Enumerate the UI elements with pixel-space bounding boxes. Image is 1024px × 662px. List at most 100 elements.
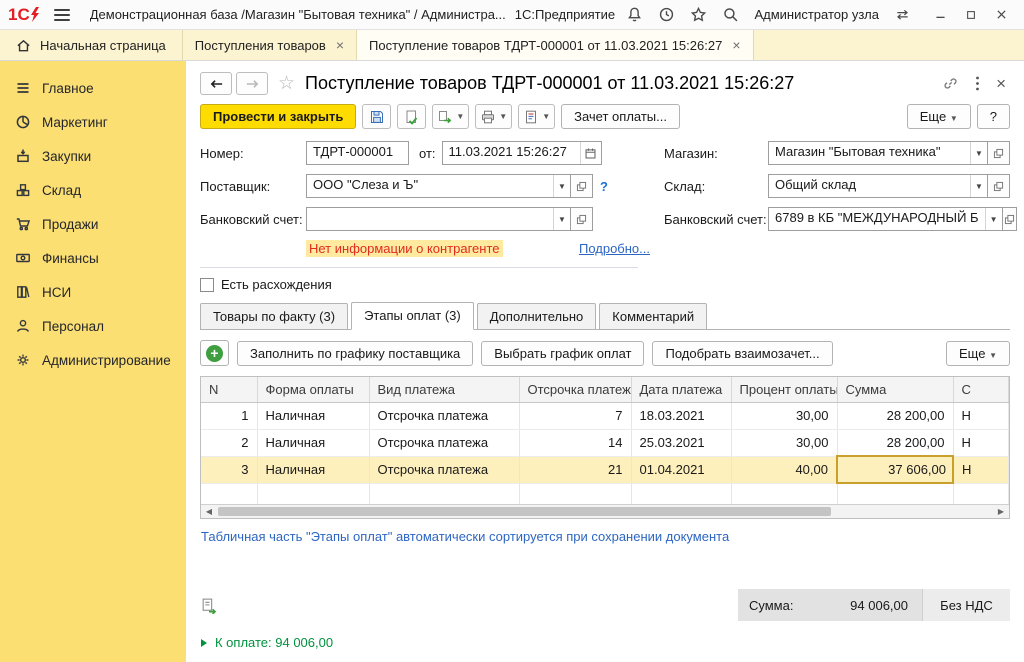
cell-n[interactable]: 1 bbox=[201, 402, 257, 429]
cell-cut[interactable]: Н bbox=[953, 402, 1009, 429]
col-header-payment-form[interactable]: Форма оплаты bbox=[257, 377, 369, 402]
close-window-button[interactable] bbox=[995, 8, 1008, 21]
shop-input[interactable]: Магазин "Бытовая техника" ▼ bbox=[768, 141, 988, 165]
col-header-cut[interactable]: С bbox=[953, 377, 1009, 402]
more-button[interactable]: Еще ▼ bbox=[907, 104, 971, 129]
cell-delay[interactable]: 7 bbox=[519, 402, 631, 429]
cell-percent[interactable]: 30,00 bbox=[731, 429, 837, 456]
scroll-left-arrow[interactable]: ◀ bbox=[201, 505, 217, 519]
dropdown-caret-icon[interactable]: ▼ bbox=[970, 142, 987, 164]
cell-payment-form[interactable]: Наличная bbox=[257, 429, 369, 456]
cell-cut[interactable]: Н bbox=[953, 429, 1009, 456]
table-row-selected[interactable]: 3 Наличная Отсрочка платежа 21 01.04.202… bbox=[201, 456, 1009, 483]
window-tab-document[interactable]: Поступление товаров ТДРТ-000001 от 11.03… bbox=[356, 30, 754, 60]
close-tab-icon[interactable]: × bbox=[336, 38, 344, 52]
cell-n[interactable]: 2 bbox=[201, 429, 257, 456]
tab-comment[interactable]: Комментарий bbox=[599, 303, 707, 330]
table-row[interactable]: 2 Наличная Отсрочка платежа 14 25.03.202… bbox=[201, 429, 1009, 456]
help-button[interactable]: ? bbox=[977, 104, 1010, 129]
col-header-percent[interactable]: Процент оплаты bbox=[731, 377, 837, 402]
col-header-delay[interactable]: Отсрочка платежа bbox=[519, 377, 631, 402]
select-schedule-button[interactable]: Выбрать график оплат bbox=[481, 341, 644, 366]
cell-payment-kind[interactable]: Отсрочка платежа bbox=[369, 429, 519, 456]
cell-n[interactable]: 3 bbox=[201, 456, 257, 483]
cell-delay[interactable]: 14 bbox=[519, 429, 631, 456]
warehouse-input[interactable]: Общий склад ▼ bbox=[768, 174, 988, 198]
date-input[interactable]: 11.03.2021 15:26:27 bbox=[442, 141, 602, 165]
cell-percent[interactable]: 40,00 bbox=[731, 456, 837, 483]
open-bank-account2-icon[interactable] bbox=[1003, 207, 1017, 231]
details-link[interactable]: Подробно... bbox=[579, 241, 650, 256]
open-bank-account-icon[interactable] bbox=[571, 207, 593, 231]
horizontal-scrollbar[interactable]: ◀ ▶ bbox=[201, 504, 1009, 518]
supplier-input[interactable]: ООО "Слеза и Ъ" ▼ bbox=[306, 174, 571, 198]
scrollbar-thumb[interactable] bbox=[218, 507, 831, 516]
sidebar-item-administration[interactable]: Администрирование bbox=[0, 343, 186, 377]
table-more-button[interactable]: Еще ▼ bbox=[946, 341, 1010, 366]
cell-date[interactable]: 25.03.2021 bbox=[631, 429, 731, 456]
open-warehouse-icon[interactable] bbox=[988, 174, 1010, 198]
cell-delay[interactable]: 21 bbox=[519, 456, 631, 483]
fill-by-schedule-button[interactable]: Заполнить по графику поставщика bbox=[237, 341, 473, 366]
number-input[interactable]: ТДРТ-000001 bbox=[306, 141, 409, 165]
sidebar-item-finance[interactable]: Финансы bbox=[0, 241, 186, 275]
sidebar-item-purchases[interactable]: Закупки bbox=[0, 139, 186, 173]
sidebar-item-main[interactable]: Главное bbox=[0, 71, 186, 105]
discrepancy-checkbox[interactable] bbox=[200, 278, 214, 292]
bank-account2-input[interactable]: 6789 в КБ "МЕЖДУНАРОДНЫЙ Б ▼ bbox=[768, 207, 1003, 231]
cell-cut[interactable]: Н bbox=[953, 456, 1009, 483]
tab-additional[interactable]: Дополнительно bbox=[477, 303, 597, 330]
maximize-button[interactable] bbox=[965, 9, 977, 21]
notifications-bell-icon[interactable] bbox=[626, 6, 643, 23]
related-documents-icon[interactable] bbox=[200, 597, 218, 614]
save-button[interactable] bbox=[362, 104, 391, 129]
reports-button[interactable]: ▼ bbox=[518, 104, 555, 129]
dropdown-caret-icon[interactable]: ▼ bbox=[985, 208, 1002, 230]
cell-date[interactable]: 01.04.2021 bbox=[631, 456, 731, 483]
minimize-button[interactable] bbox=[934, 8, 947, 21]
post-and-close-button[interactable]: Провести и закрыть bbox=[200, 104, 356, 129]
table-row[interactable]: 1 Наличная Отсрочка платежа 7 18.03.2021… bbox=[201, 402, 1009, 429]
offset-payment-button[interactable]: Зачет оплаты... bbox=[561, 104, 680, 129]
add-favorite-star-icon[interactable]: ☆ bbox=[278, 74, 295, 93]
select-offset-button[interactable]: Подобрать взаимозачет... bbox=[652, 341, 832, 366]
cell-date[interactable]: 18.03.2021 bbox=[631, 402, 731, 429]
col-header-payment-kind[interactable]: Вид платежа bbox=[369, 377, 519, 402]
supplier-help-link[interactable]: ? bbox=[600, 179, 608, 194]
get-link-icon[interactable] bbox=[942, 75, 959, 92]
search-icon[interactable] bbox=[722, 6, 739, 23]
scroll-right-arrow[interactable]: ▶ bbox=[993, 505, 1009, 519]
col-header-date[interactable]: Дата платежа bbox=[631, 377, 731, 402]
post-document-button[interactable] bbox=[397, 104, 426, 129]
payment-summary-expander[interactable]: К оплате: 94 006,00 bbox=[186, 625, 1024, 662]
favorites-star-icon[interactable] bbox=[690, 6, 707, 23]
add-row-button[interactable]: + bbox=[200, 340, 229, 366]
close-document-icon[interactable]: × bbox=[996, 75, 1006, 92]
dropdown-caret-icon[interactable]: ▼ bbox=[970, 175, 987, 197]
main-menu-icon[interactable] bbox=[53, 9, 71, 21]
sidebar-item-warehouse[interactable]: Склад bbox=[0, 173, 186, 207]
back-button[interactable] bbox=[200, 72, 232, 95]
sidebar-item-marketing[interactable]: Маркетинг bbox=[0, 105, 186, 139]
tab-payment-stages[interactable]: Этапы оплат (3) bbox=[351, 302, 474, 330]
calendar-icon[interactable] bbox=[580, 142, 601, 164]
current-user[interactable]: Администратор узла bbox=[754, 7, 879, 22]
home-page-tab[interactable]: Начальная страница bbox=[0, 30, 182, 60]
cell-payment-kind[interactable]: Отсрочка платежа bbox=[369, 402, 519, 429]
tab-goods[interactable]: Товары по факту (3) bbox=[200, 303, 348, 330]
col-header-n[interactable]: N bbox=[201, 377, 257, 402]
cell-payment-form[interactable]: Наличная bbox=[257, 456, 369, 483]
cell-payment-form[interactable]: Наличная bbox=[257, 402, 369, 429]
sidebar-item-nsi[interactable]: НСИ bbox=[0, 275, 186, 309]
cell-sum[interactable]: 28 200,00 bbox=[837, 402, 953, 429]
col-header-sum[interactable]: Сумма bbox=[837, 377, 953, 402]
sidebar-item-personnel[interactable]: Персонал bbox=[0, 309, 186, 343]
close-tab-icon[interactable]: × bbox=[732, 38, 740, 52]
sidebar-item-sales[interactable]: Продажи bbox=[0, 207, 186, 241]
vat-mode[interactable]: Без НДС bbox=[922, 589, 1010, 621]
data-sync-icon[interactable] bbox=[894, 7, 911, 22]
window-tab-list[interactable]: Поступления товаров × bbox=[182, 30, 356, 60]
dropdown-caret-icon[interactable]: ▼ bbox=[553, 208, 570, 230]
create-based-on-button[interactable]: ▼ bbox=[432, 104, 469, 129]
bank-account-input[interactable]: ▼ bbox=[306, 207, 571, 231]
